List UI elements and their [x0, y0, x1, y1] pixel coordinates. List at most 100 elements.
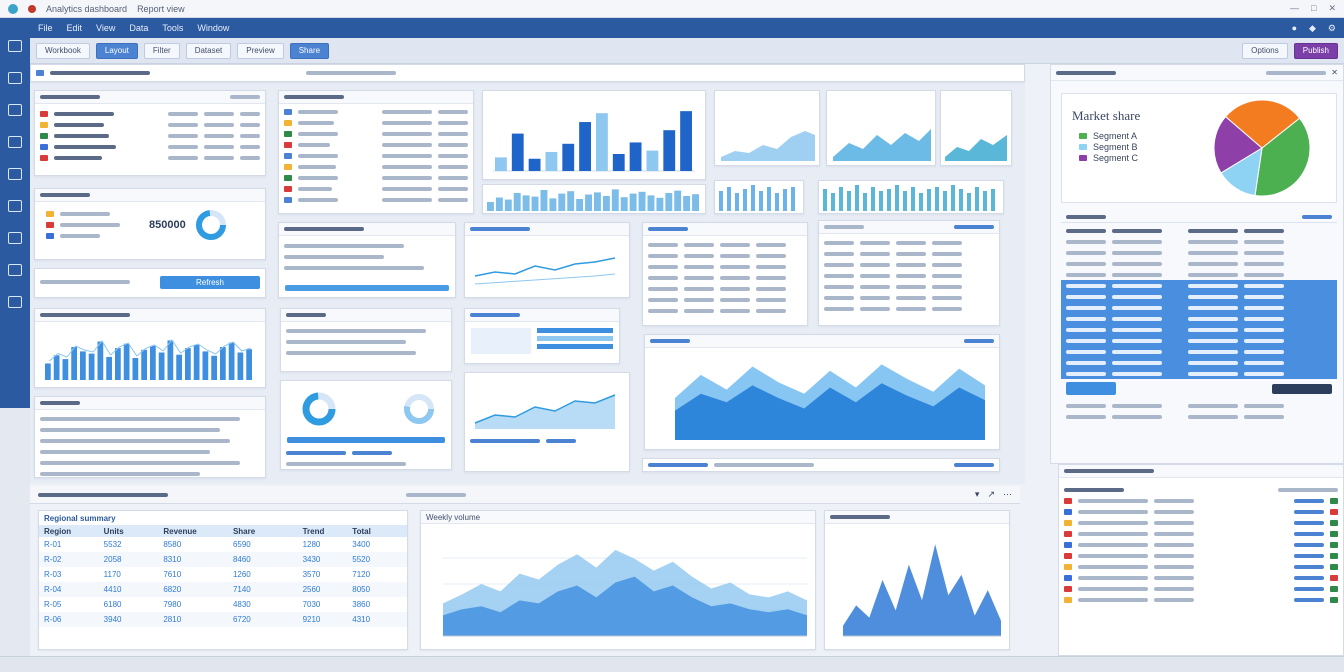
toolbar-button-label: Dataset — [195, 46, 223, 55]
table-cell: 5532 — [104, 540, 164, 549]
table-row[interactable]: R-0311707610126035707120 — [39, 567, 407, 582]
table-row[interactable] — [1061, 302, 1337, 313]
flag-icon — [40, 111, 48, 117]
bar — [487, 202, 494, 211]
toolbar-button[interactable]: Layout — [96, 43, 138, 59]
toolbar-button[interactable]: Dataset — [186, 43, 232, 59]
table-row[interactable]: R-0220588310846034305520 — [39, 552, 407, 567]
bar — [176, 355, 182, 380]
pie-title: Market share — [1072, 108, 1140, 124]
options-button[interactable]: Options — [1242, 43, 1288, 59]
notification-icon[interactable]: ◆ — [1309, 23, 1316, 34]
bar — [558, 194, 565, 211]
menu-item[interactable]: View — [96, 23, 115, 33]
table-cell: 6590 — [233, 540, 303, 549]
bar — [647, 151, 659, 171]
table-row[interactable]: R-0561807980483070303860 — [39, 597, 407, 612]
bar — [683, 196, 690, 211]
thumb-chart-3 — [940, 90, 1012, 166]
area-mini-panel — [464, 372, 630, 472]
bar — [585, 195, 592, 212]
refresh-button[interactable]: Refresh — [160, 276, 260, 289]
table-row[interactable] — [1061, 291, 1337, 302]
bar — [246, 349, 252, 380]
bar — [648, 195, 655, 211]
table-row[interactable] — [1061, 368, 1337, 379]
table-row[interactable] — [1061, 324, 1337, 335]
right-table — [1061, 225, 1337, 422]
app-logo-icon — [8, 4, 18, 14]
table-row[interactable]: R-0444106820714025608050 — [39, 582, 407, 597]
thumb-bars-2 — [818, 180, 1004, 214]
maximize-icon[interactable]: □ — [1311, 3, 1316, 14]
menu-item[interactable]: Tools — [162, 23, 183, 33]
close-icon[interactable]: ✕ — [1331, 68, 1338, 77]
spark-chart — [35, 322, 265, 386]
layers-icon[interactable] — [8, 232, 22, 244]
window-tab[interactable]: Report view — [137, 4, 185, 14]
bar — [603, 196, 610, 211]
table-row[interactable] — [1061, 280, 1337, 291]
bar — [168, 340, 174, 380]
bar — [80, 351, 86, 380]
settings-icon[interactable] — [8, 296, 22, 308]
export-icon[interactable]: ↗ — [987, 489, 995, 500]
toolbar-button[interactable]: Preview — [237, 43, 283, 59]
legend-swatch — [1079, 133, 1087, 139]
toolbar-button[interactable]: Filter — [144, 43, 180, 59]
menu-item[interactable]: File — [38, 23, 53, 33]
more-icon[interactable]: ⋯ — [1003, 489, 1012, 500]
minimize-icon[interactable]: — — [1290, 3, 1299, 14]
folder-icon[interactable] — [8, 168, 22, 180]
table-row[interactable]: R-0639402810672092104310 — [39, 612, 407, 627]
table-dark-button[interactable] — [1272, 384, 1332, 394]
table-row[interactable] — [1061, 313, 1337, 324]
user-icon[interactable] — [8, 264, 22, 276]
close-icon[interactable]: ✕ — [1328, 3, 1336, 14]
window-title: Analytics dashboard — [46, 4, 127, 14]
table-row[interactable] — [1061, 335, 1337, 346]
table-cell: 3860 — [352, 600, 402, 609]
table-row[interactable] — [1061, 357, 1337, 368]
bar — [546, 152, 558, 171]
table-icon[interactable] — [8, 104, 22, 116]
table-cell: 6180 — [104, 600, 164, 609]
user-icon[interactable]: ● — [1292, 23, 1297, 34]
peaks-chart — [825, 524, 1009, 648]
area-mini-chart — [465, 373, 629, 433]
menu-item[interactable]: Window — [197, 23, 229, 33]
bar — [621, 197, 628, 211]
publish-button[interactable]: Publish — [1294, 43, 1338, 59]
table-row[interactable]: R-0155328580659012803400 — [39, 537, 407, 552]
table-action-button[interactable] — [1066, 382, 1116, 395]
table-cell: 4410 — [104, 585, 164, 594]
bar — [141, 350, 147, 380]
filter-icon[interactable]: ▾ — [975, 489, 980, 500]
column-header: Share — [233, 527, 303, 536]
chart-icon[interactable] — [8, 72, 22, 84]
right-list-panel — [1058, 464, 1344, 656]
bar-chart — [483, 91, 705, 179]
bar — [89, 354, 95, 380]
menu-item[interactable]: Edit — [67, 23, 83, 33]
table-cell: 2058 — [104, 555, 164, 564]
left-rail-footer — [0, 408, 30, 658]
table-cell: R-02 — [44, 555, 104, 564]
toolbar-button[interactable]: Workbook — [36, 43, 90, 59]
filter-icon[interactable] — [8, 200, 22, 212]
menu-bar: File Edit View Data Tools Window ● ◆ ⚙ — [30, 18, 1344, 38]
toolbar-button[interactable]: Share — [290, 43, 329, 59]
bar — [159, 353, 165, 381]
table-row[interactable] — [1061, 346, 1337, 357]
home-icon[interactable] — [8, 40, 22, 52]
title-bar: Analytics dashboard Report view — □ ✕ — [0, 0, 1344, 18]
calendar-icon[interactable] — [8, 136, 22, 148]
table-cell: 7030 — [303, 600, 353, 609]
legend-label: Segment C — [1093, 153, 1138, 163]
flag-icon — [40, 144, 48, 150]
settings-icon[interactable]: ⚙ — [1328, 23, 1336, 34]
bar — [124, 344, 130, 380]
menu-item[interactable]: Data — [129, 23, 148, 33]
table-cell: 7120 — [352, 570, 402, 579]
bar — [596, 113, 608, 171]
